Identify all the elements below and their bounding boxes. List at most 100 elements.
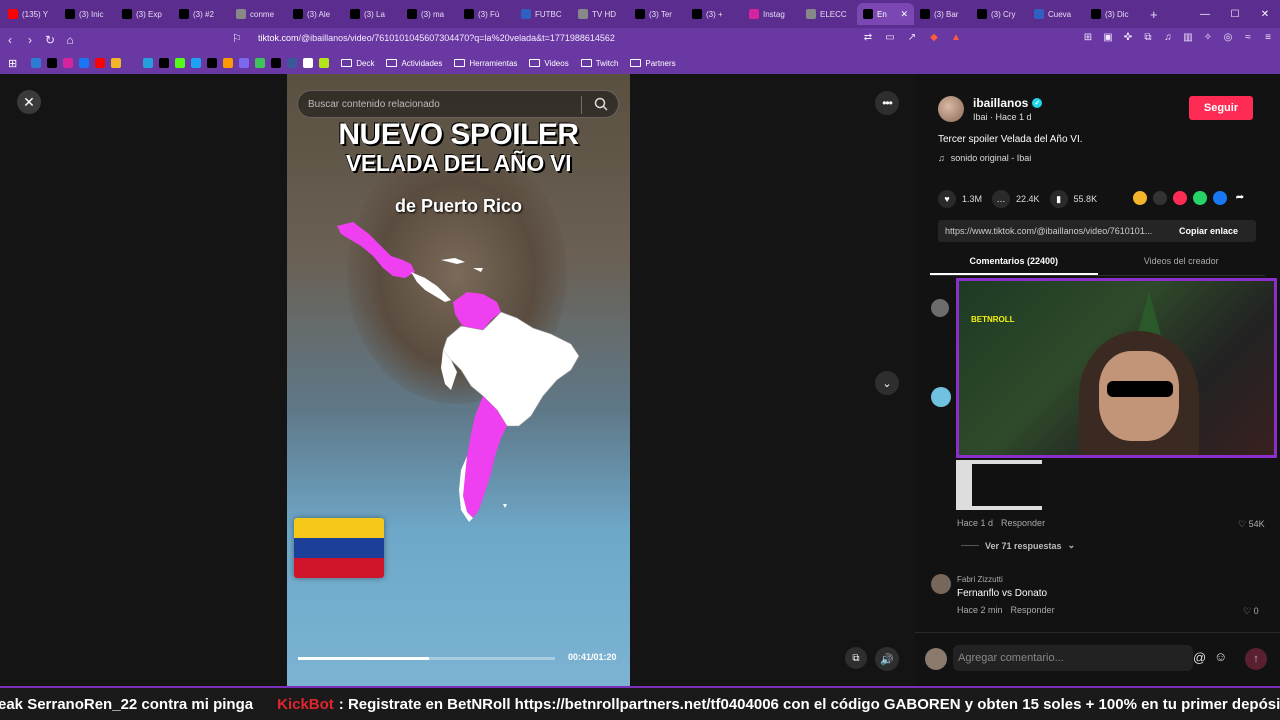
bookmark-favicon-icon[interactable] bbox=[255, 58, 266, 68]
new-tab-icon[interactable]: + bbox=[1142, 7, 1166, 22]
bookmark-folder[interactable]: Twitch bbox=[580, 59, 618, 68]
bookmark-favicon-icon[interactable] bbox=[319, 58, 330, 68]
translate-icon[interactable]: ⇄ bbox=[862, 32, 874, 44]
emoji-icon[interactable]: ☺ bbox=[1214, 649, 1227, 664]
close-window-icon[interactable]: ✕ bbox=[1250, 9, 1280, 20]
volume-button[interactable]: 🔊 bbox=[875, 647, 899, 671]
vpn-icon[interactable]: ◎ bbox=[1222, 32, 1234, 44]
browser-tab[interactable]: Instag bbox=[743, 3, 800, 25]
browser-tab[interactable]: (3) #2 bbox=[173, 3, 230, 25]
comment-button[interactable]: … 22.4K bbox=[992, 190, 1040, 208]
repost-icon[interactable] bbox=[1173, 191, 1187, 205]
browser-tab[interactable]: (3) + bbox=[686, 3, 743, 25]
pip-button[interactable]: ⧉ bbox=[845, 647, 867, 669]
save-button[interactable]: ▮ 55.8K bbox=[1049, 190, 1097, 208]
maximize-icon[interactable]: ☐ bbox=[1220, 9, 1250, 20]
next-video-button[interactable]: ⌄ bbox=[875, 371, 899, 395]
apps-icon[interactable]: ⊞ bbox=[8, 57, 17, 70]
bookmark-favicon-icon[interactable] bbox=[175, 58, 186, 68]
browser-tab[interactable]: ELECC bbox=[800, 3, 857, 25]
view-replies-button[interactable]: Ver 71 respuestas ⌄ bbox=[961, 540, 1075, 551]
bookmark-folder[interactable]: Partners bbox=[630, 59, 676, 68]
cast-icon[interactable]: ▭ bbox=[884, 32, 896, 44]
browser-tab[interactable]: (3) Ter bbox=[629, 3, 686, 25]
author-name[interactable]: ibaillanos ✓ bbox=[973, 96, 1043, 110]
bookmark-favicon-icon[interactable] bbox=[95, 58, 106, 68]
bookmark-folder[interactable]: Actividades bbox=[386, 59, 442, 68]
share-icon[interactable]: ↗ bbox=[906, 32, 918, 44]
wifi-icon[interactable]: ≈ bbox=[1242, 32, 1254, 44]
commenter-name[interactable]: Fabri Zizzutti bbox=[957, 575, 1003, 584]
browser-tab[interactable]: conme bbox=[230, 3, 287, 25]
browser-tab[interactable]: (3) Fú bbox=[458, 3, 515, 25]
author-avatar[interactable] bbox=[938, 96, 964, 122]
close-tab-icon[interactable]: ✕ bbox=[900, 9, 908, 20]
bookmark-favicon-icon[interactable] bbox=[207, 58, 218, 68]
bookmark-folder[interactable]: Herramientas bbox=[454, 59, 517, 68]
bookmark-favicon-icon[interactable] bbox=[159, 58, 170, 68]
commenter-avatar[interactable] bbox=[931, 574, 951, 594]
comment-like[interactable]: ♡ 54K bbox=[1238, 519, 1265, 530]
alert-icon[interactable]: ▲ bbox=[950, 32, 962, 44]
url-field[interactable]: tiktok.com/@ibaillanos/video/76101010456… bbox=[258, 33, 615, 43]
bookmark-favicon-icon[interactable] bbox=[111, 58, 122, 68]
browser-tab[interactable]: TV HD bbox=[572, 3, 629, 25]
follow-button[interactable]: Seguir bbox=[1189, 96, 1253, 120]
forward-icon[interactable]: › bbox=[20, 33, 40, 47]
bookmark-favicon-icon[interactable] bbox=[79, 58, 90, 68]
sound-link[interactable]: ♫ sonido original - Ibai bbox=[938, 153, 1031, 163]
bookmark-folder[interactable]: Videos bbox=[529, 59, 569, 68]
bookmark-favicon-icon[interactable] bbox=[271, 58, 282, 68]
bookmark-favicon-icon[interactable] bbox=[31, 58, 42, 68]
copy-link-button[interactable]: Copiar enlace bbox=[1171, 226, 1238, 236]
tab-creator-videos[interactable]: Videos del creador bbox=[1098, 252, 1266, 275]
bookmark-favicon-icon[interactable] bbox=[47, 58, 58, 68]
commenter-avatar[interactable] bbox=[931, 387, 951, 407]
bookmark-favicon-icon[interactable] bbox=[191, 58, 202, 68]
puzzle-icon[interactable]: ✜ bbox=[1122, 32, 1134, 44]
bookmark-favicon-icon[interactable] bbox=[303, 58, 314, 68]
tab-comments[interactable]: Comentarios (22400) bbox=[930, 252, 1098, 275]
menu-icon[interactable]: ≡ bbox=[1262, 32, 1274, 44]
reload-icon[interactable]: ↻ bbox=[40, 33, 60, 47]
browser-tab[interactable]: (3) Inic bbox=[59, 3, 116, 25]
browser-tab[interactable]: (3) Ale bbox=[287, 3, 344, 25]
sidebar-icon[interactable]: ▥ bbox=[1182, 32, 1194, 44]
sparkle-icon[interactable]: ✧ bbox=[1202, 32, 1214, 44]
reply-button[interactable]: Responder bbox=[1011, 605, 1055, 615]
minimize-icon[interactable]: — bbox=[1190, 9, 1220, 20]
browser-tab[interactable]: FUTBC bbox=[515, 3, 572, 25]
bookmark-icon[interactable]: ⚐ bbox=[232, 32, 242, 45]
extension-icon[interactable]: ⊞ bbox=[1082, 32, 1094, 44]
bookmark-favicon-icon[interactable] bbox=[223, 58, 234, 68]
forward-share-icon[interactable]: ➦ bbox=[1233, 191, 1247, 205]
bookmark-folder[interactable]: Deck bbox=[341, 59, 374, 68]
bookmark-favicon-icon[interactable] bbox=[127, 58, 138, 68]
browser-tab[interactable]: (135) Y bbox=[2, 3, 59, 25]
bookmark-favicon-icon[interactable] bbox=[239, 58, 250, 68]
browser-tab[interactable]: (3) Exp bbox=[116, 3, 173, 25]
comment-like[interactable]: ♡ 0 bbox=[1243, 606, 1259, 617]
video-link[interactable]: https://www.tiktok.com/@ibaillanos/video… bbox=[938, 226, 1171, 236]
wallet-icon[interactable]: ▣ bbox=[1102, 32, 1114, 44]
whatsapp-icon[interactable] bbox=[1193, 191, 1207, 205]
browser-tab[interactable]: (3) Dic bbox=[1085, 3, 1142, 25]
bookmark-favicon-icon[interactable] bbox=[63, 58, 74, 68]
comment-input[interactable]: Agregar comentario... bbox=[953, 645, 1193, 671]
browser-tab[interactable]: (3) ma bbox=[401, 3, 458, 25]
more-options-button[interactable]: ••• bbox=[875, 91, 899, 115]
music-icon[interactable]: ♫ bbox=[1162, 32, 1174, 44]
like-button[interactable]: ♥ 1.3M bbox=[938, 190, 982, 208]
search-icon[interactable] bbox=[594, 97, 608, 111]
home-icon[interactable]: ⌂ bbox=[60, 33, 80, 47]
bookmark-favicon-icon[interactable] bbox=[287, 58, 298, 68]
coin-icon[interactable] bbox=[1133, 191, 1147, 205]
video-progress-bar[interactable] bbox=[298, 657, 555, 660]
back-icon[interactable]: ‹ bbox=[0, 33, 20, 47]
mention-icon[interactable]: @ bbox=[1193, 650, 1206, 665]
bookmark-favicon-icon[interactable] bbox=[143, 58, 154, 68]
browser-tab[interactable]: En ✕ bbox=[857, 3, 914, 25]
facebook-icon[interactable] bbox=[1213, 191, 1227, 205]
reply-button[interactable]: Responder bbox=[1001, 518, 1045, 528]
commenter-avatar[interactable] bbox=[931, 299, 949, 317]
